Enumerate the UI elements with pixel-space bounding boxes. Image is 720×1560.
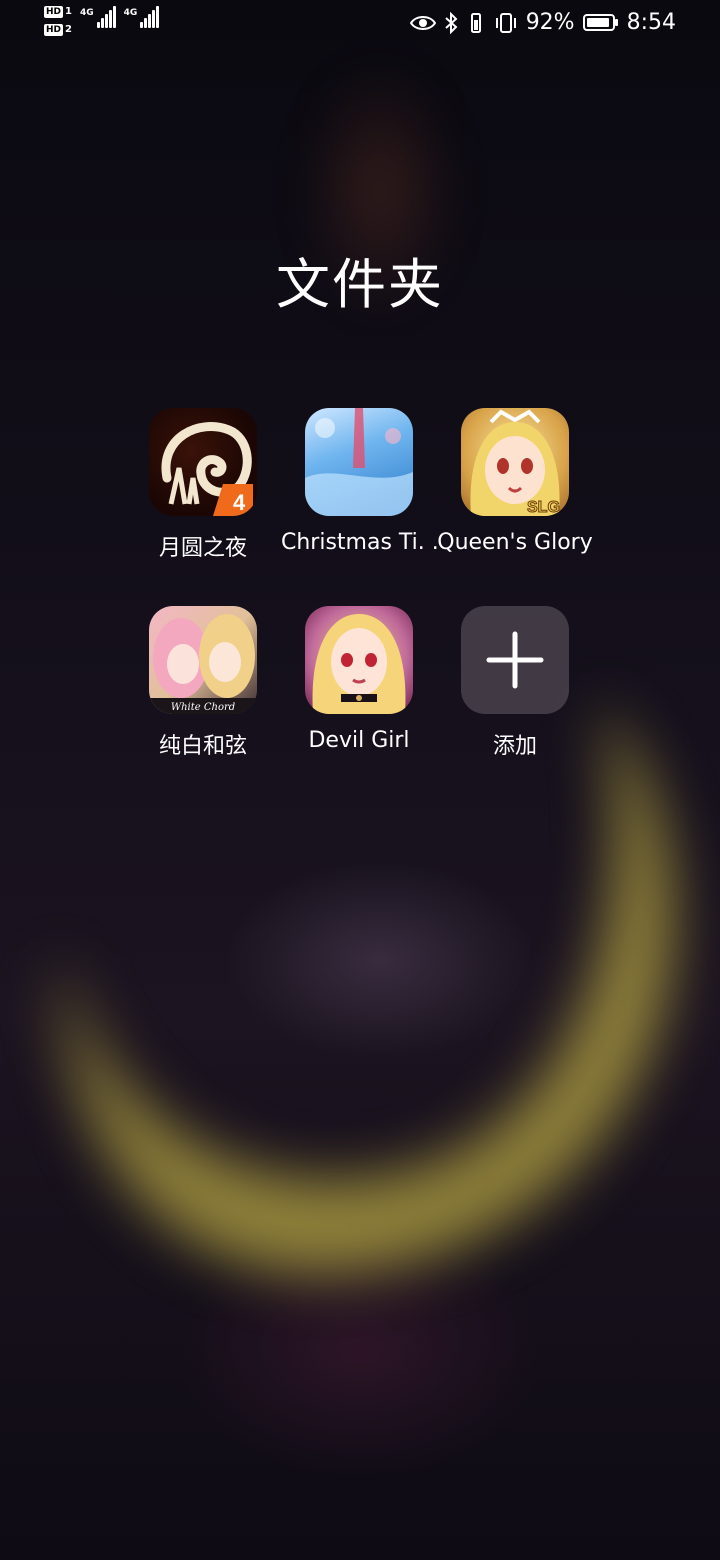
home-screen: HD 1 HD 2 4G 4G 92% 8:54 文件夹 4 月圆之夜 Chri… [0,0,720,1560]
hd-label: HD [44,6,64,18]
clock: 8:54 [626,10,676,35]
svg-text:4: 4 [233,490,246,515]
app-queens-glory[interactable]: SLG Queen's Glory [437,408,593,562]
app-moon-night[interactable]: 4 月圆之夜 [125,408,281,562]
queens-glory-app-icon[interactable]: SLG [461,408,569,516]
white-chord-app-icon[interactable]: White Chord [149,606,257,714]
app-devil-girl[interactable]: Devil Girl [281,606,437,760]
add-label: 添加 [492,734,537,759]
app-label: 月圆之夜 [158,536,247,561]
status-bar-right: 92% 8:54 [409,10,676,35]
battery-fill [586,18,609,27]
folder-title[interactable]: 文件夹 [0,240,720,319]
app-white-chord[interactable]: White Chord 纯白和弦 [125,606,281,760]
bluetooth-icon [445,11,458,34]
app-label: Queen's Glory [437,530,593,555]
network-type: 4G [123,8,138,18]
vibrate-icon [495,12,516,33]
signal-1-icon: 4G [80,6,116,28]
battery-icon [582,14,618,31]
white-chord-caption: White Chord [171,702,235,713]
app-label: 纯白和弦 [158,734,247,759]
add-app-tile[interactable] [461,606,569,714]
devil-girl-app-icon[interactable] [305,606,413,714]
hd-label: HD [44,24,64,36]
status-bar: HD 1 HD 2 4G 4G 92% 8:54 [0,0,720,52]
app-label: Devil Girl [308,728,410,753]
battery-saver-icon [470,12,481,33]
network-type: 4G [79,8,94,18]
moon-night-app-icon[interactable]: 4 [149,408,257,516]
signal-2-icon: 4G [124,6,160,28]
battery-percent: 92% [525,10,575,35]
sim-number: 1 [65,6,72,17]
plus-icon [486,631,544,689]
sim2-hd-badge: HD 2 [44,24,72,36]
eye-icon [409,15,436,30]
christmas-app-icon[interactable] [305,408,413,516]
slg-badge: SLG [527,499,560,516]
folder-app-grid: 4 月圆之夜 Christmas Ti. . SLG Queen's Glory… [125,408,595,760]
status-bar-left: HD 1 HD 2 4G 4G [44,6,160,36]
sim-number: 2 [65,24,72,35]
app-christmas[interactable]: Christmas Ti. . [281,408,437,562]
add-app-button[interactable]: 添加 [437,606,593,760]
app-label: Christmas Ti. . [281,530,437,555]
sim1-hd-badge: HD 1 [44,6,72,18]
